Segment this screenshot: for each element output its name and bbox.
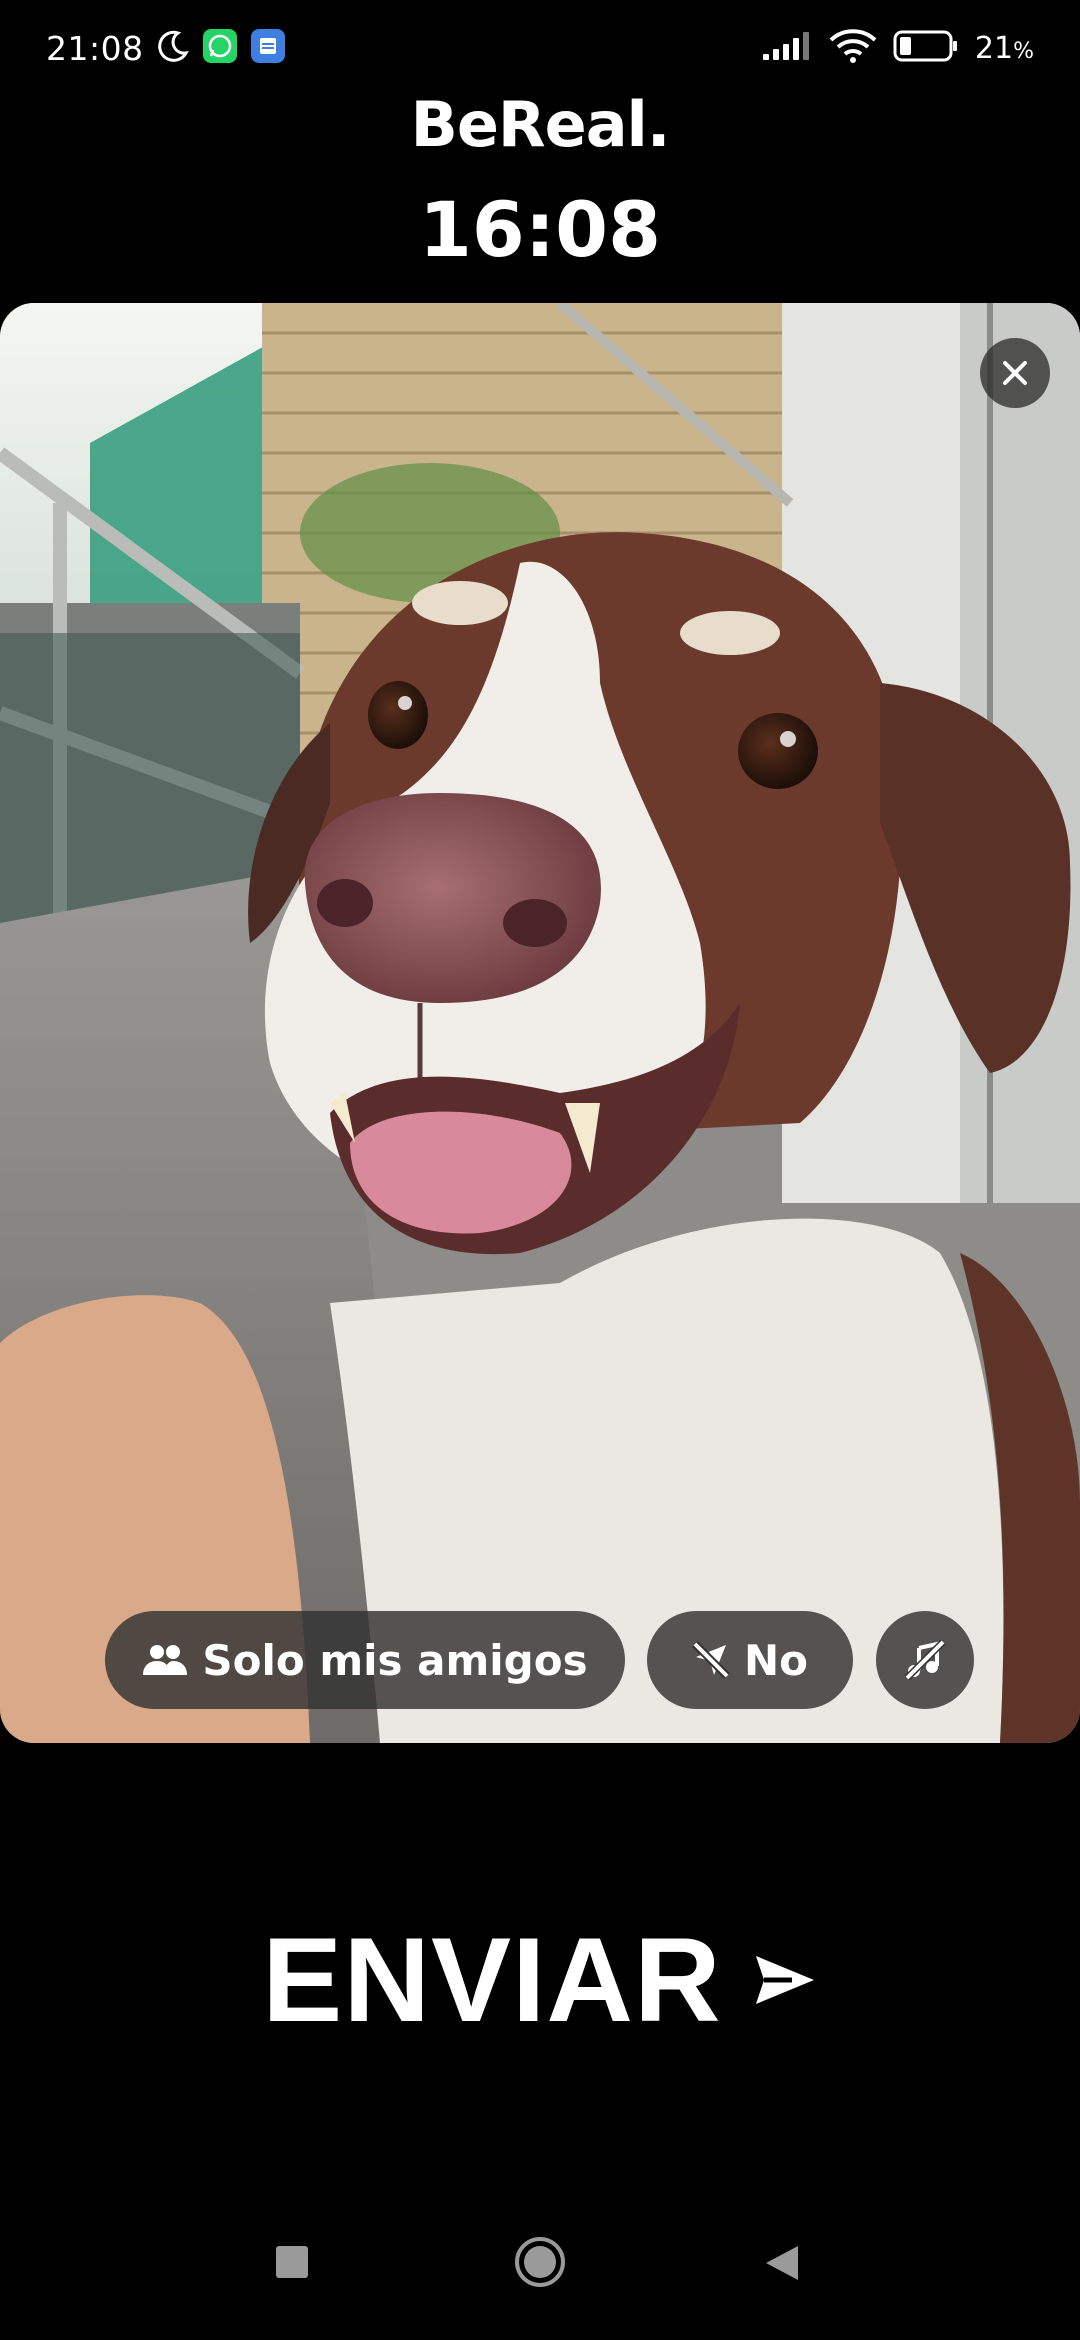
close-icon xyxy=(1003,361,1027,385)
send-button[interactable]: ENVIAR xyxy=(0,1913,1080,2047)
battery-icon xyxy=(893,29,959,67)
location-off-icon xyxy=(692,1641,730,1679)
whatsapp-icon xyxy=(202,28,238,68)
status-bar: 21:08 21% xyxy=(0,0,1080,100)
send-label: ENVIAR xyxy=(262,1913,722,2047)
capture-time: 16:08 xyxy=(419,185,661,274)
moon-icon xyxy=(156,29,190,67)
recents-icon xyxy=(276,2246,308,2278)
audience-label: Solo mis amigos xyxy=(202,1635,588,1685)
location-toggle[interactable]: No xyxy=(647,1611,853,1709)
captured-photo xyxy=(0,303,1080,1743)
music-off-icon xyxy=(904,1639,946,1681)
battery-percent: 21% xyxy=(974,30,1034,66)
status-time: 21:08 xyxy=(46,28,144,68)
signal-icon xyxy=(761,30,813,66)
app-title: BeReal. xyxy=(410,88,671,161)
recents-button[interactable] xyxy=(274,2244,310,2284)
send-arrow-icon xyxy=(755,1956,814,2004)
back-button[interactable] xyxy=(764,2244,800,2286)
home-icon xyxy=(515,2237,565,2287)
close-button[interactable] xyxy=(980,338,1050,408)
wifi-icon xyxy=(829,28,877,68)
audience-selector[interactable]: Solo mis amigos xyxy=(105,1611,625,1709)
system-nav-bar xyxy=(0,2230,1080,2320)
status-bar-right: 21% xyxy=(761,28,1034,68)
back-icon xyxy=(766,2246,798,2280)
music-toggle[interactable] xyxy=(876,1611,974,1709)
location-label: No xyxy=(743,1635,808,1685)
people-icon xyxy=(143,1645,188,1675)
notes-app-icon xyxy=(250,28,286,68)
dog-photo-illustration xyxy=(0,303,1080,1743)
home-button[interactable] xyxy=(513,2237,567,2293)
status-bar-left: 21:08 xyxy=(46,28,286,68)
